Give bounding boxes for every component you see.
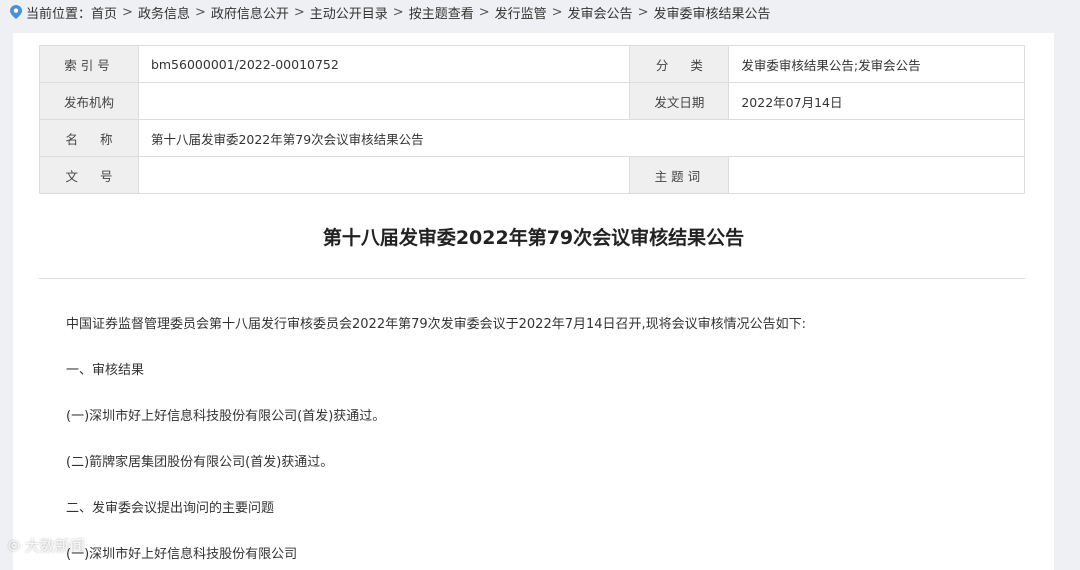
breadcrumb-separator: > — [194, 4, 206, 20]
article-title: 第十八届发审委2022年第79次会议审核结果公告 — [322, 227, 745, 249]
breadcrumb-separator: > — [478, 4, 490, 20]
paragraph: (一)深圳市好上好信息科技股份有限公司 — [66, 547, 298, 562]
table-row: 名称 第十八届发审委2022年第79次会议审核结果公告 — [39, 119, 1026, 157]
breadcrumb-gov-info[interactable]: 政务信息 — [138, 3, 190, 22]
section-heading: 二、发审委会议提出询问的主要问题 — [66, 501, 275, 516]
index-label: 索引号 — [39, 45, 139, 83]
breadcrumb-prefix: 当前位置： — [26, 6, 92, 22]
publisher-label: 发布机构 — [39, 82, 139, 120]
breadcrumb-review-notice[interactable]: 发审会公告 — [568, 3, 633, 22]
metadata-table: 索引号 bm56000001/2022-00010752 分类 发审委审核结果公… — [39, 45, 1026, 194]
breadcrumb-separator: > — [392, 4, 404, 20]
date-value: 2022年07月14日 — [728, 82, 1025, 120]
breadcrumb-by-topic[interactable]: 按主题查看 — [409, 3, 474, 22]
content-panel: 索引号 bm56000001/2022-00010752 分类 发审委审核结果公… — [13, 33, 1054, 570]
paragraph: (二)箭牌家居集团股份有限公司(首发)获通过。 — [66, 455, 334, 470]
breadcrumb-separator: > — [637, 4, 649, 20]
category-value: 发审委审核结果公告;发审会公告 — [728, 45, 1025, 83]
watermark: ⦾ 大数新闻 — [8, 535, 85, 556]
breadcrumb-info-disclosure[interactable]: 政府信息公开 — [211, 3, 289, 22]
section-heading: 一、审核结果 — [66, 363, 145, 378]
paragraph: 中国证券监督管理委员会第十八届发行审核委员会2022年第79次发审委会议于202… — [66, 317, 807, 332]
docno-label: 文号 — [39, 156, 139, 194]
breadcrumb-home[interactable]: 首页 — [91, 3, 117, 22]
breadcrumb-separator: > — [551, 4, 563, 20]
name-value: 第十八届发审委2022年第79次会议审核结果公告 — [137, 119, 1026, 157]
watermark-text: 大数新闻 — [24, 537, 85, 555]
breadcrumb: 当前位置： 首页 > 政务信息 > 政府信息公开 > 主动公开目录 > 按主题查… — [0, 0, 1080, 24]
name-label: 名称 — [39, 119, 139, 157]
index-value: bm56000001/2022-00010752 — [137, 45, 631, 83]
publisher-value — [137, 82, 631, 120]
breadcrumb-separator: > — [293, 4, 305, 20]
date-label: 发文日期 — [629, 82, 730, 120]
docno-value — [137, 156, 631, 194]
divider — [39, 278, 1025, 279]
paragraph: (一)深圳市好上好信息科技股份有限公司(首发)获通过。 — [66, 409, 386, 424]
table-row: 发布机构 发文日期 2022年07月14日 — [39, 82, 1025, 120]
table-row: 文号 主题词 — [39, 156, 1025, 194]
subject-label: 主题词 — [629, 156, 730, 194]
breadcrumb-catalog[interactable]: 主动公开目录 — [310, 3, 388, 22]
location-pin-icon — [10, 5, 22, 19]
breadcrumb-issuance[interactable]: 发行监管 — [495, 3, 547, 22]
breadcrumb-separator: > — [122, 4, 133, 20]
category-label: 分类 — [629, 45, 730, 83]
watermark-logo-icon: ⦾ — [8, 537, 21, 555]
subject-value — [728, 156, 1025, 194]
breadcrumb-current[interactable]: 发审委审核结果公告 — [653, 3, 770, 22]
table-row: 索引号 bm56000001/2022-00010752 分类 发审委审核结果公… — [39, 45, 1025, 83]
